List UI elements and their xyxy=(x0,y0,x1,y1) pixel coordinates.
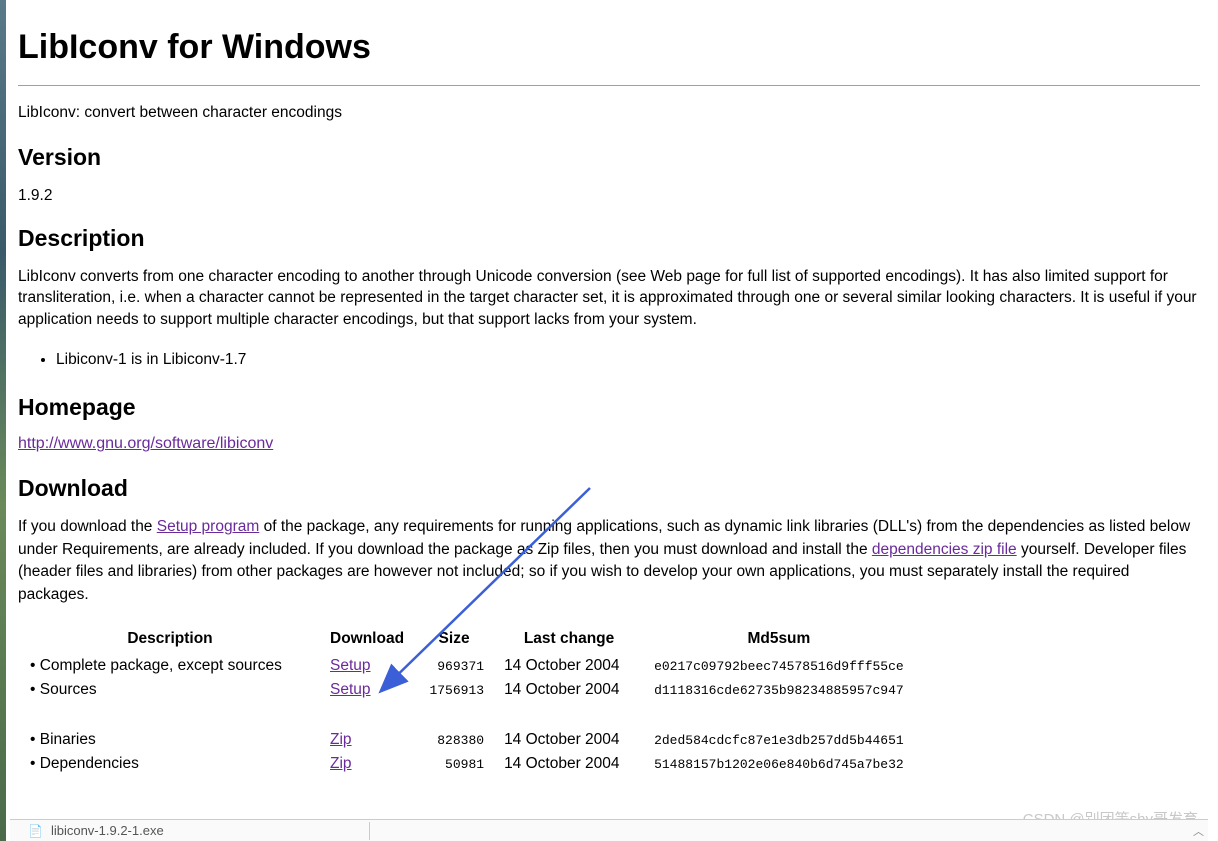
version-value: 1.9.2 xyxy=(18,185,1200,207)
list-item: Libiconv-1 is in Libiconv-1.7 xyxy=(56,349,1200,371)
description-list: Libiconv-1 is in Libiconv-1.7 xyxy=(56,349,1200,371)
homepage-heading: Homepage xyxy=(18,394,1200,421)
col-size: Size xyxy=(414,626,494,654)
row-size: 50981 xyxy=(414,752,494,776)
download-heading: Download xyxy=(18,475,1200,502)
description-text: LibIconv converts from one character enc… xyxy=(18,266,1200,331)
setup-program-link[interactable]: Setup program xyxy=(157,518,260,535)
row-desc: Complete package, except sources xyxy=(20,654,320,678)
spacer-row xyxy=(20,702,914,728)
homepage-link[interactable]: http://www.gnu.org/software/libiconv xyxy=(18,435,273,452)
row-md5: 51488157b1202e06e840b6d745a7be32 xyxy=(644,752,914,776)
table-row: Binaries Zip 828380 14 October 2004 2ded… xyxy=(20,728,914,752)
download-paragraph: If you download the Setup program of the… xyxy=(18,516,1200,606)
title-divider xyxy=(18,85,1200,86)
window-edge xyxy=(0,0,6,841)
row-date: 14 October 2004 xyxy=(494,728,644,752)
row-date: 14 October 2004 xyxy=(494,654,644,678)
row-date: 14 October 2004 xyxy=(494,678,644,702)
download-text-pre: If you download the xyxy=(18,518,157,535)
page-title: LibIconv for Windows xyxy=(18,28,1200,67)
table-row: Sources Setup 1756913 14 October 2004 d1… xyxy=(20,678,914,702)
col-download: Download xyxy=(320,626,414,654)
row-md5: 2ded584cdcfc87e1e3db257dd5b44651 xyxy=(644,728,914,752)
row-md5: d1118316cde62735b98234885957c947 xyxy=(644,678,914,702)
zip-link[interactable]: Zip xyxy=(330,731,352,748)
row-date: 14 October 2004 xyxy=(494,752,644,776)
downloads-table: Description Download Size Last change Md… xyxy=(20,626,914,776)
col-last-change: Last change xyxy=(494,626,644,654)
intro-text: LibIconv: convert between character enco… xyxy=(18,104,1200,122)
zip-link[interactable]: Zip xyxy=(330,755,352,772)
dependencies-zip-link[interactable]: dependencies zip file xyxy=(872,541,1017,558)
col-description: Description xyxy=(20,626,320,654)
table-header-row: Description Download Size Last change Md… xyxy=(20,626,914,654)
row-size: 1756913 xyxy=(414,678,494,702)
download-filename: libiconv-1.9.2-1.exe xyxy=(51,823,164,838)
setup-link[interactable]: Setup xyxy=(330,657,371,674)
row-desc: Dependencies xyxy=(20,752,320,776)
table-row: Dependencies Zip 50981 14 October 2004 5… xyxy=(20,752,914,776)
download-icon: 📄 xyxy=(28,824,43,838)
col-md5sum: Md5sum xyxy=(644,626,914,654)
setup-link[interactable]: Setup xyxy=(330,681,371,698)
row-desc: Binaries xyxy=(20,728,320,752)
table-row: Complete package, except sources Setup 9… xyxy=(20,654,914,678)
version-heading: Version xyxy=(18,144,1200,171)
browser-download-bar[interactable]: 📄 libiconv-1.9.2-1.exe ︿ xyxy=(10,819,1208,841)
row-desc: Sources xyxy=(20,678,320,702)
row-md5: e0217c09792beec74578516d9fff55ce xyxy=(644,654,914,678)
description-heading: Description xyxy=(18,225,1200,252)
row-size: 828380 xyxy=(414,728,494,752)
chevron-up-icon[interactable]: ︿ xyxy=(1193,823,1204,839)
row-size: 969371 xyxy=(414,654,494,678)
separator xyxy=(369,822,370,840)
